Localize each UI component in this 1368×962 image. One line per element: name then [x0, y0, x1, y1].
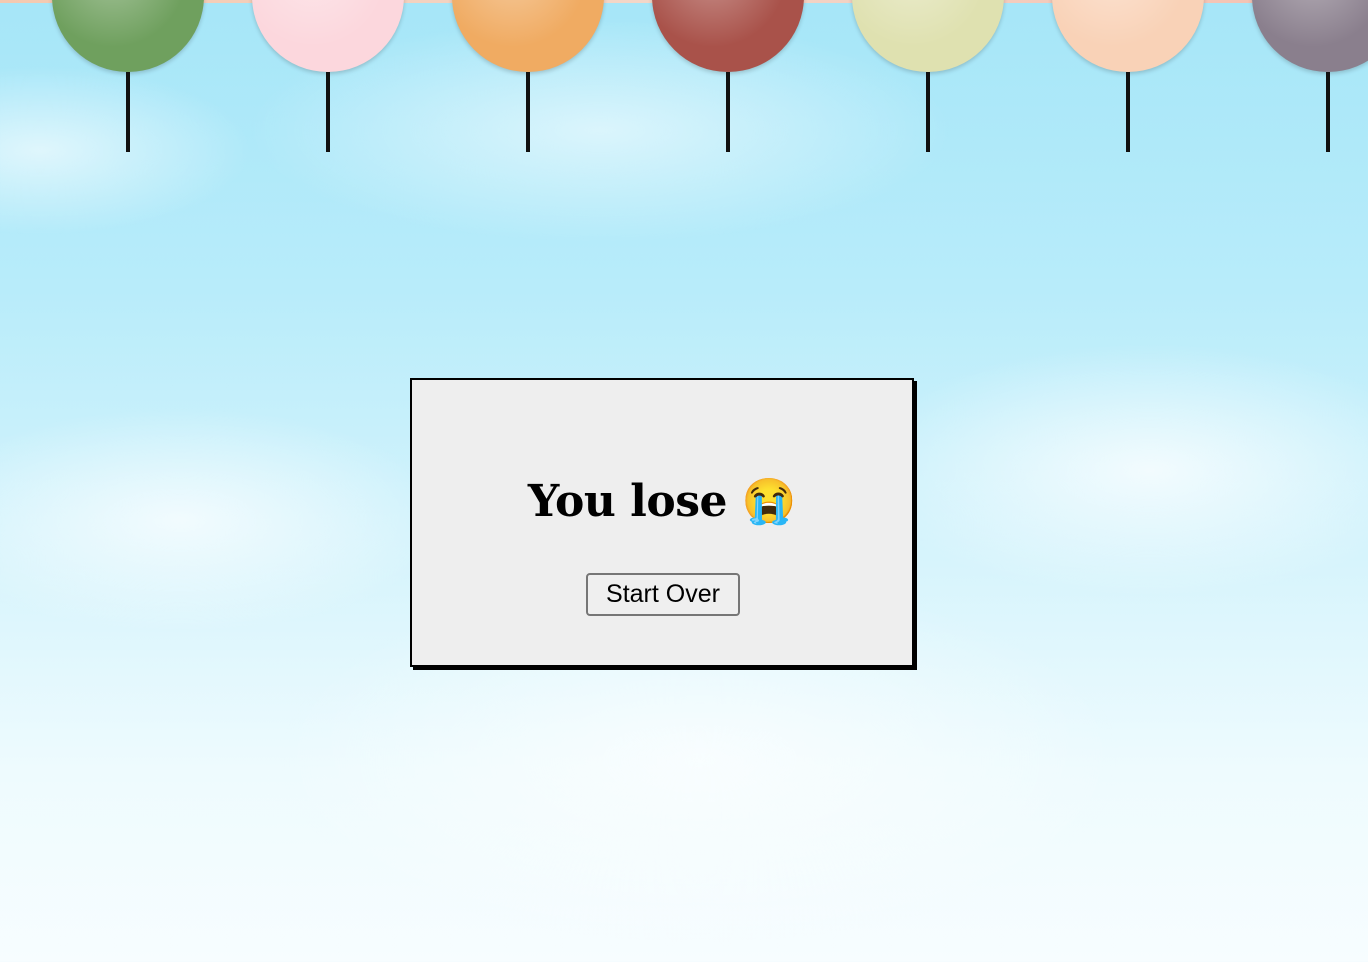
peach-balloon[interactable] — [1052, 0, 1204, 152]
purple-balloon[interactable] — [1252, 0, 1368, 152]
balloon-3-body[interactable] — [452, 0, 604, 72]
balloon-1-body[interactable] — [52, 0, 204, 72]
balloon-1-string — [126, 72, 130, 152]
balloon-4-body[interactable] — [652, 0, 804, 72]
lime-balloon[interactable] — [852, 0, 1004, 152]
balloon-3-string — [526, 72, 530, 152]
balloon-2-string — [326, 72, 330, 152]
orange-balloon[interactable] — [452, 0, 604, 152]
balloon-7-body[interactable] — [1252, 0, 1368, 72]
red-balloon[interactable] — [652, 0, 804, 152]
balloon-5-string — [926, 72, 930, 152]
green-balloon[interactable] — [52, 0, 204, 152]
start-over-button[interactable]: Start Over — [586, 573, 740, 616]
balloon-5-body[interactable] — [852, 0, 1004, 72]
game-over-dialog: You lose 😭 Start Over — [410, 378, 914, 667]
balloon-6-body[interactable] — [1052, 0, 1204, 72]
balloon-7-string — [1326, 72, 1330, 152]
balloon-2-body[interactable] — [252, 0, 404, 72]
game-over-message: You lose 😭 — [527, 476, 797, 527]
balloon-row — [0, 0, 1368, 160]
balloon-6-string — [1126, 72, 1130, 152]
balloon-4-string — [726, 72, 730, 152]
pink-balloon[interactable] — [252, 0, 404, 152]
